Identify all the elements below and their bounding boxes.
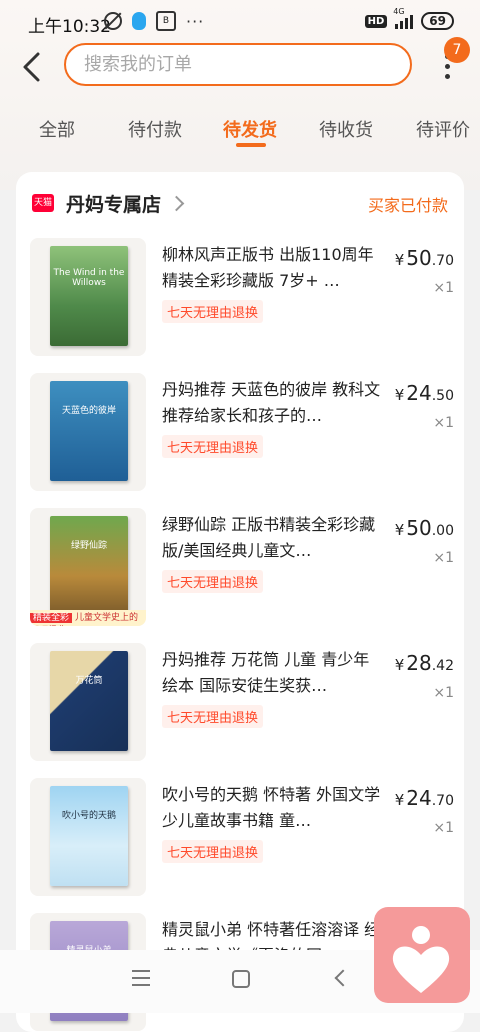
product-title[interactable]: 丹妈推荐 万花筒 儿童 青少年 绘本 国际安徒生奖获… [162, 647, 382, 699]
return-policy-tag: 七天无理由退换 [162, 840, 264, 863]
book-cover: The Wind in the Willows [50, 246, 128, 346]
book-cover: 万花筒 [50, 651, 128, 751]
order-search-field[interactable] [64, 43, 412, 86]
product-price: ¥50.00 [394, 516, 454, 540]
book-cover: 吹小号的天鹅 [50, 786, 128, 886]
more-notifications-icon: ··· [186, 11, 205, 31]
order-item[interactable]: 绿野仙踪 精装全彩儿童文学史上的不巧经典 绿野仙踪 正版书精装全彩珍藏版/美国经… [30, 508, 454, 626]
qq-icon [132, 12, 146, 30]
mute-icon [104, 12, 122, 30]
tab-pending-shipment[interactable]: 待发货 [223, 116, 277, 142]
order-status: 买家已付款 [367, 196, 448, 215]
hd-icon: HD [364, 14, 388, 28]
notification-badge: 7 [444, 37, 470, 63]
battery-icon: 69 [421, 12, 454, 30]
status-icons: B ··· [104, 11, 204, 31]
product-title[interactable]: 柳林风声正版书 出版110周年精装全彩珍藏版 7岁+ … [162, 242, 382, 294]
cover-title: 万花筒 [75, 676, 103, 686]
floating-assistant-button[interactable] [374, 907, 470, 1003]
cover-title: 吹小号的天鹅 [61, 811, 116, 821]
order-card[interactable]: 天猫 丹妈专属店 买家已付款 The Wind in the Willows 柳… [16, 172, 464, 1032]
active-tab-indicator [236, 143, 266, 147]
heart-person-icon [392, 926, 450, 993]
cover-title: 绿野仙踪 [70, 541, 107, 551]
product-image[interactable]: 吹小号的天鹅 [30, 778, 146, 896]
order-item[interactable]: The Wind in the Willows 柳林风声正版书 出版110周年精… [30, 238, 454, 356]
network-type: 4G [393, 7, 405, 16]
return-policy-tag: 七天无理由退换 [162, 570, 264, 593]
product-image[interactable]: 天蓝色的彼岸 [30, 373, 146, 491]
return-policy-tag: 七天无理由退换 [162, 705, 264, 728]
product-quantity: ×1 [433, 415, 454, 431]
product-image[interactable]: 万花筒 [30, 643, 146, 761]
tab-pending-receipt[interactable]: 待收货 [319, 116, 373, 142]
signal-icon: 4G [393, 7, 414, 29]
store-header[interactable]: 天猫 丹妈专属店 [32, 188, 185, 218]
tab-all[interactable]: 全部 [39, 116, 75, 142]
product-quantity: ×1 [433, 685, 454, 701]
status-time: 上午10:32 [28, 17, 111, 37]
store-name[interactable]: 丹妈专属店 [66, 190, 161, 217]
order-item[interactable]: 吹小号的天鹅 吹小号的天鹅 怀特著 外国文学少儿童故事书籍 童… 七天无理由退换… [30, 778, 454, 896]
product-quantity: ×1 [433, 280, 454, 296]
product-quantity: ×1 [433, 820, 454, 836]
promo-banner: 精装全彩儿童文学史上的不巧经典 [30, 610, 146, 626]
cover-title: The Wind in the Willows [53, 268, 125, 288]
back-icon[interactable] [18, 50, 48, 84]
nav-back-icon[interactable] [334, 969, 352, 987]
product-price: ¥24.70 [394, 786, 454, 810]
order-item[interactable]: 万花筒 丹妈推荐 万花筒 儿童 青少年 绘本 国际安徒生奖获… 七天无理由退换 … [30, 643, 454, 761]
home-icon[interactable] [232, 970, 250, 988]
book-cover: 绿野仙踪 [50, 516, 128, 616]
order-tabs: 全部 待付款 待发货 待收货 待评价 [0, 112, 480, 156]
status-right: HD 4G 69 [364, 7, 454, 30]
status-bar: 上午10:32 B ··· HD 4G 69 [0, 0, 480, 44]
product-title[interactable]: 绿野仙踪 正版书精装全彩珍藏版/美国经典儿童文… [162, 512, 382, 564]
recent-apps-icon[interactable] [132, 970, 150, 991]
chevron-right-icon [168, 195, 185, 211]
product-image[interactable]: 绿野仙踪 精装全彩儿童文学史上的不巧经典 [30, 508, 146, 626]
tab-pending-review[interactable]: 待评价 [416, 116, 470, 142]
product-price: ¥50.70 [394, 246, 454, 270]
book-cover: 天蓝色的彼岸 [50, 381, 128, 481]
order-item[interactable]: 天蓝色的彼岸 丹妈推荐 天蓝色的彼岸 教科文推荐给家长和孩子的… 七天无理由退换… [30, 373, 454, 491]
cover-title: 天蓝色的彼岸 [61, 406, 116, 416]
product-title[interactable]: 丹妈推荐 天蓝色的彼岸 教科文推荐给家长和孩子的… [162, 377, 382, 429]
tmall-icon: 天猫 [32, 194, 54, 212]
product-image[interactable]: The Wind in the Willows [30, 238, 146, 356]
product-price: ¥28.42 [394, 651, 454, 675]
return-policy-tag: 七天无理由退换 [162, 435, 264, 458]
return-policy-tag: 七天无理由退换 [162, 300, 264, 323]
search-input[interactable] [82, 53, 386, 76]
tab-pending-payment[interactable]: 待付款 [128, 116, 182, 142]
product-quantity: ×1 [433, 550, 454, 566]
product-title[interactable]: 吹小号的天鹅 怀特著 外国文学少儿童故事书籍 童… [162, 782, 382, 834]
notification-app-icon: B [156, 11, 176, 31]
product-price: ¥24.50 [394, 381, 454, 405]
